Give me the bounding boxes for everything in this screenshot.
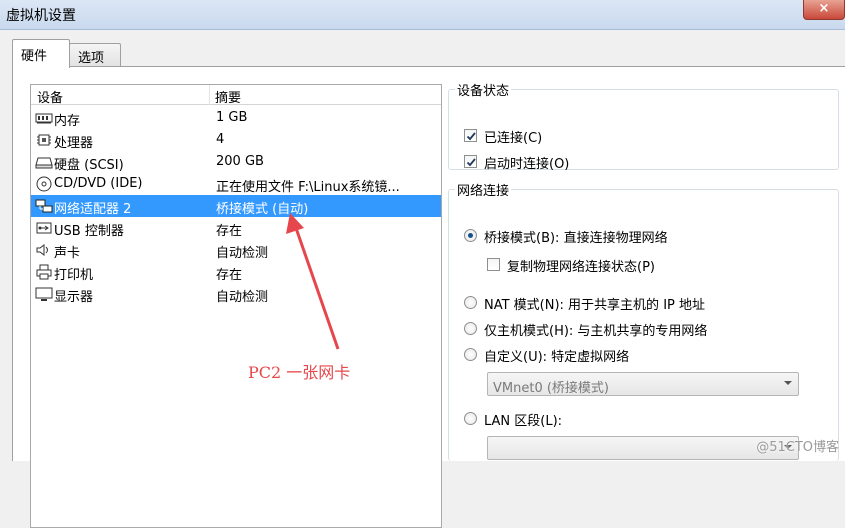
watermark: @51CTO博客 bbox=[756, 440, 839, 455]
annotation-text: PC2 一张网卡 bbox=[248, 363, 351, 382]
annotation-arrow bbox=[286, 213, 340, 350]
tab-hardware[interactable]: 硬件 bbox=[12, 39, 70, 68]
